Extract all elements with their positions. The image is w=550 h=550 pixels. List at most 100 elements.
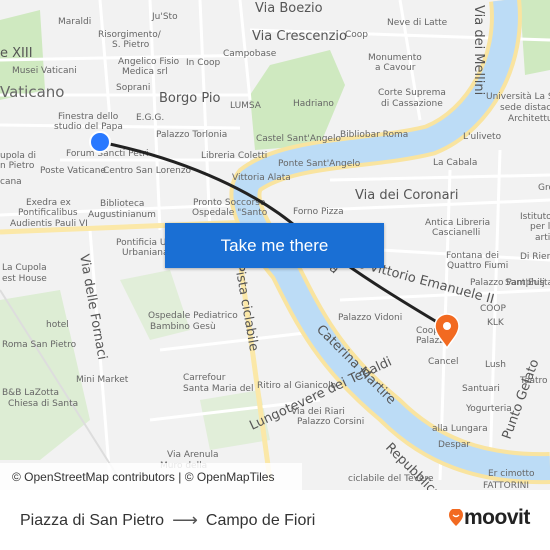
map-label: Via Arenula [167,450,218,460]
map-label: Medica srl [122,67,168,77]
map-label: Libreria Coletti [201,151,267,161]
map-label: Pontificalibus [18,208,78,218]
map-label: Angelico Fisio [118,57,180,67]
map-label: ciclabile del Tevere [348,474,434,484]
map-label: Bambino Gesù [150,322,216,332]
map-label: Ospedale "Santo [192,208,268,218]
map-attribution[interactable]: © OpenStreetMap contributors | © OpenMap… [0,463,302,490]
map-label: In Coop [186,58,221,68]
map-label: Palazzo Vidoni [338,313,402,323]
map-label: Pista ciclabile [231,263,261,352]
map-label: La Cabala [433,158,477,168]
map-label: Antica Libreria [425,218,490,228]
moovit-pin-icon [449,509,463,526]
map-label: Soprani [116,83,150,93]
map-label: Sant'Eustac [505,278,550,288]
map-label: Roma Centro [0,0,59,3]
map-label: arti [535,233,550,243]
map-label: Risorgimento/ [98,30,162,40]
map-label: Urbaniana [122,248,168,258]
map-label: cana [0,177,22,187]
map-label: KLK [487,318,505,328]
map-label: Via dei Coronari [355,188,459,203]
map-label: FATTORINI [483,481,529,490]
map-label: a Cavour [375,63,416,73]
map-label: Lush [485,360,506,370]
map-label: Ponte Sant'Angelo [278,159,361,169]
map-label: Augustinianum [88,210,156,220]
map-label: Forno Pizza [293,207,344,217]
map-label: Fontana dei [446,251,499,261]
map-label: Finestra dello [58,112,119,122]
map-label: Punto Gelato [500,357,543,441]
map-label: Hadriano [293,99,334,109]
map-label: Carrefour [183,373,226,383]
map-label: Via Boezio [255,1,323,16]
map-label: LUMSA [230,101,262,111]
map-label: L'uliveto [463,132,502,142]
map-label: La Cupola [2,263,47,273]
destination-name: Campo de Fiori [205,511,316,529]
map-label: Yogurteria [465,404,512,414]
map-label: Via delle Fornaci [76,253,109,361]
arrow-right-icon: ⟶ [172,510,198,530]
moovit-logo[interactable]: moovit [448,506,530,530]
take-me-there-button[interactable]: Take me there [165,223,384,268]
map-label: Borgo Pio [159,91,220,106]
map-label: Via Crescenzio [252,29,347,44]
map-label: Biblioteca [100,199,144,209]
map-label: Santuari [462,384,500,394]
moovit-logo-text: moovit [464,506,530,529]
map-label: Via dei Mellini [471,5,486,95]
map-label: E.G.G. [136,113,164,123]
map-label: Er cimotto [488,469,535,479]
map-label: Despar [438,440,470,450]
origin-name: Piazza di San Pietro [20,511,165,529]
map-label: Ospedale Pediatrico [148,311,238,321]
map-label: Vittoria Alata [232,173,291,183]
map-label: Palazzo Corsini [297,417,364,427]
map-label: Maraldi [58,17,91,27]
map-label: Audientis Pauli VI [10,219,88,229]
map-label: Santa Maria del [183,384,253,394]
map-label: Palazzo Torlonia [156,130,227,140]
map-label: Mini Market [76,375,129,385]
map-label: Campobase [223,49,277,59]
map-label: Quattro Fiumi [447,261,508,271]
map-label: Chiesa di Santa [8,399,78,409]
map-label: Università La Sa [486,92,550,102]
map-label: Roma San Pietro [2,340,77,350]
map-label: Exedra ex [26,198,71,208]
map-label: S. Pietro [112,40,150,50]
map-label: n Pietro [0,161,35,171]
map-label: Ju'Sto [151,12,178,22]
map-label: Corte Suprema [378,88,446,98]
map-label: per le [530,222,550,232]
map-label: Coop [345,30,368,40]
map-label: e XIII [0,46,33,61]
map-label: B&B LaZotta [2,388,59,398]
map-label: Poste Vaticane [40,166,106,176]
map-label: COOP [480,304,506,314]
map-label: Monumento [368,53,422,63]
map-label: Architettur [508,114,550,124]
map-label: alla Lungara [432,424,488,434]
map-label: Gro [538,183,550,193]
map-label: Di Rienzo [520,252,550,262]
map-label: Cancel [428,357,459,367]
map-label: Bibliobar Roma [340,130,408,140]
map-label: Neve di Latte [387,18,448,28]
map-label: Centro San Lorenzo [103,166,192,176]
route-title: Piazza di San Pietro ⟶ Campo de Fiori [20,510,315,531]
map-label: Cascianelli [432,228,480,238]
map-label: Vaticano [0,83,64,101]
map-label: Castel Sant'Angelo [256,134,341,144]
map-label: studio del Papa [54,122,123,132]
map-label: Istituto [520,212,550,222]
map-label: sede distacc [500,103,550,113]
map-label: hotel [46,320,69,330]
origin-marker[interactable] [89,131,111,153]
map[interactable]: Maraldi Ju'Sto Risorgimento/S. Pietro e XII… [0,0,550,490]
map-label: Musei Vaticani [12,66,77,76]
map-label: Via dei Riari [291,407,345,417]
